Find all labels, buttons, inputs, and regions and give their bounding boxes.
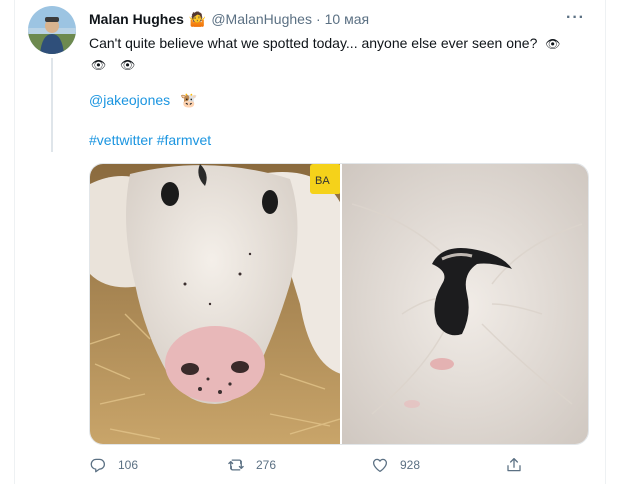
- eye-emoji: 👁: [120, 58, 136, 72]
- retweet-count: 276: [256, 458, 277, 472]
- mention-link[interactable]: @jakeojones: [89, 92, 170, 108]
- author-name[interactable]: Malan Hughes: [89, 11, 184, 27]
- reply-count: 106: [118, 458, 139, 472]
- tweet-text: Can't quite believe what we spotted toda…: [89, 33, 589, 75]
- fur-whorl-photo[interactable]: [339, 164, 588, 444]
- reply-button[interactable]: 106: [89, 456, 138, 474]
- separator-dot: ·: [315, 11, 321, 27]
- ear-tag-text: BA: [315, 175, 330, 187]
- eye-emoji: 👁: [545, 37, 561, 51]
- mention-line: @jakeojones 🐮: [89, 92, 197, 109]
- tweet-body: Can't quite believe what we spotted toda…: [89, 35, 538, 51]
- cow-emoji: 🐮: [180, 92, 198, 108]
- hashtags[interactable]: #vettwitter #farmvet: [89, 132, 211, 148]
- retweet-button[interactable]: 276: [227, 456, 276, 474]
- author-handle[interactable]: @MalanHughes: [211, 11, 312, 27]
- tweet-date[interactable]: 10 мая: [325, 11, 369, 27]
- media-grid: BA: [89, 163, 589, 445]
- retweet-icon: [228, 459, 244, 471]
- thread-line: [51, 58, 53, 152]
- action-bar: 106 276 928: [89, 456, 559, 478]
- like-button[interactable]: 928: [371, 456, 420, 474]
- eye-emoji: 👁: [91, 58, 107, 72]
- tweet-header: Malan Hughes 🤷 @MalanHughes · 10 мая ···: [89, 9, 585, 29]
- more-icon[interactable]: ···: [566, 9, 585, 27]
- author-badge-emoji: 🤷: [188, 10, 207, 27]
- calf-face-photo[interactable]: BA: [90, 164, 340, 444]
- avatar[interactable]: [28, 6, 76, 54]
- share-button[interactable]: [505, 456, 534, 474]
- tweet-card[interactable]: Malan Hughes 🤷 @MalanHughes · 10 мая ···…: [14, 0, 606, 484]
- heart-icon: [372, 458, 388, 473]
- reply-icon: [90, 458, 106, 473]
- like-count: 928: [400, 458, 421, 472]
- share-icon: [507, 457, 521, 472]
